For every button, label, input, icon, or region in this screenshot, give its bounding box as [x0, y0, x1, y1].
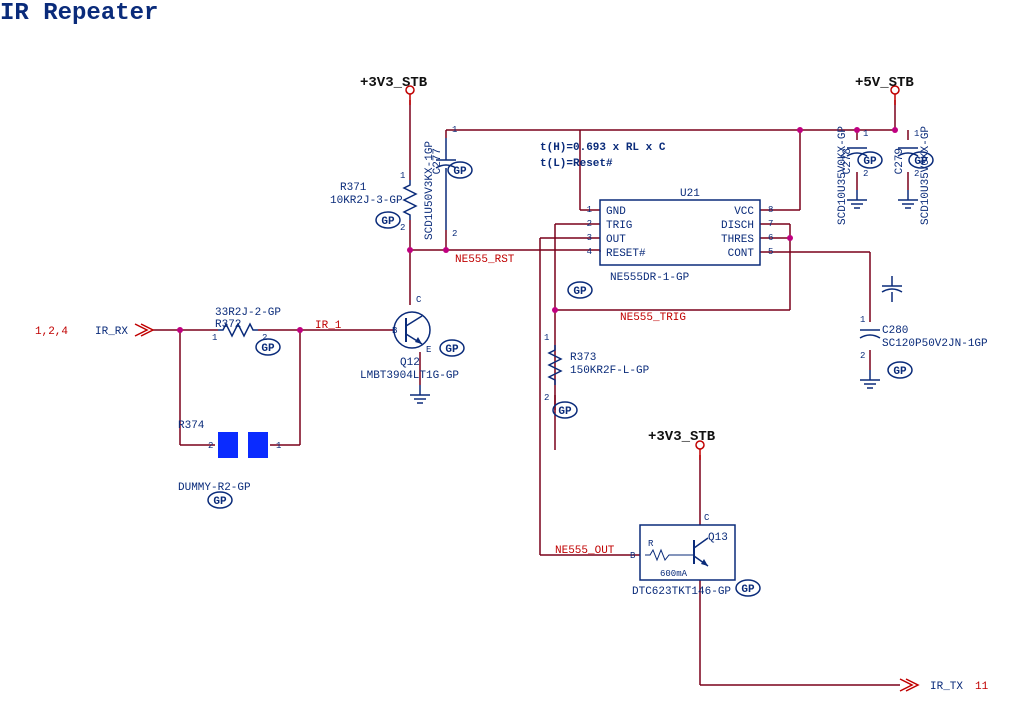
q12-b: B — [392, 326, 398, 336]
ir-1-net: IR_1 — [315, 320, 342, 332]
q12-val: LMBT3904LT1G-GP — [360, 370, 459, 382]
r374-pad2 — [218, 432, 238, 458]
c278-pin1: 1 — [863, 129, 868, 139]
u21-pin2: 2 — [587, 219, 592, 229]
c280-gp-icon — [888, 362, 912, 378]
r373-val: 150KR2F-L-GP — [570, 365, 650, 377]
c280-ref: C280 — [882, 325, 908, 337]
r374-pad1 — [248, 432, 268, 458]
power-5v-label: +5V_STB — [855, 75, 914, 91]
q13-b: B — [630, 551, 636, 561]
c280-pin1: 1 — [860, 315, 865, 325]
c279-pin2: 2 — [914, 169, 919, 179]
u21-pin6-name: THRES — [721, 234, 754, 246]
q13-symbol — [645, 538, 708, 566]
u21-part: NE555DR-1-GP — [610, 272, 690, 284]
offpage-ir-tx-icon — [900, 679, 918, 691]
u21-pin3: 3 — [587, 233, 592, 243]
r372-gp-icon — [256, 339, 280, 355]
c277-cap-top — [882, 276, 902, 302]
q12-gp-icon — [440, 340, 464, 356]
r374-pin1: 1 — [276, 441, 281, 451]
c278-val: SCD10U35V0KX-GP — [837, 126, 849, 225]
c277-pin2: 2 — [452, 229, 457, 239]
r372-pin2: 2 — [262, 333, 267, 343]
u21-pin6: 6 — [768, 233, 773, 243]
u21-pin4: 4 — [587, 247, 592, 257]
u21-pin2-name: TRIG — [606, 220, 632, 232]
u21-gp-icon — [568, 282, 592, 298]
ir-tx-ref: 11 — [975, 681, 989, 693]
q12-e: E — [426, 345, 431, 355]
c280-pin2: 2 — [860, 351, 865, 361]
q13-val: DTC623TKT146-GP — [632, 586, 731, 598]
r373-gp-icon — [553, 402, 577, 418]
u21-pin7-name: DISCH — [721, 220, 754, 232]
q12-ref: Q12 — [400, 357, 420, 369]
c279-pin1: 1 — [914, 129, 919, 139]
q12-symbol — [394, 312, 430, 348]
q13-r-label: R — [648, 539, 654, 549]
q12-c: C — [416, 295, 422, 305]
ne555-out-net: NE555_OUT — [555, 545, 615, 557]
u21-pin5-name: CONT — [728, 248, 755, 260]
page-title: IR Repeater — [0, 0, 158, 27]
c277-gp-icon — [448, 162, 472, 178]
title-text: IR Repeater — [0, 0, 158, 27]
u21-pin4-name: RESET# — [606, 248, 646, 260]
schematic-canvas: GP — [0, 0, 1012, 719]
r371-gp-icon — [376, 212, 400, 228]
q12-gnd-icon — [410, 385, 430, 403]
r373-pin2: 2 — [544, 393, 549, 403]
r371-pin1: 1 — [400, 171, 405, 181]
r373-ref: R373 — [570, 352, 596, 364]
r371-pin2: 2 — [400, 223, 405, 233]
formula-line1: t(H)=0.693 x RL x C — [540, 142, 666, 154]
c279-val: SCD10U35V0KX-GP — [920, 126, 932, 225]
u21-ref: U21 — [680, 188, 700, 200]
q13-gp-icon — [736, 580, 760, 596]
u21-pin1: 1 — [587, 205, 592, 215]
r374-gp-icon — [208, 492, 232, 508]
c279-ref: C279 — [894, 148, 906, 174]
c278-pin2: 2 — [863, 169, 868, 179]
c280-symbol — [860, 330, 880, 338]
r372-ref: R372 — [215, 319, 241, 331]
r373-pin1: 1 — [544, 333, 549, 343]
ir-rx-refs: 1,2,4 — [35, 326, 68, 338]
r374-pin2: 2 — [208, 441, 213, 451]
u21-pin8-name: VCC — [734, 206, 754, 218]
ir-rx-net: IR_RX — [95, 326, 128, 338]
r374-ref: R374 — [178, 420, 205, 432]
q13-ref: Q13 — [708, 532, 728, 544]
c277-pin1: 1 — [452, 125, 457, 135]
u21-pin8: 8 — [768, 205, 773, 215]
c279-gnd-icon — [898, 190, 918, 208]
r371-val: 10KR2J-3-GP — [330, 195, 403, 207]
u21-pin3-name: OUT — [606, 234, 626, 246]
r371-ref: R371 — [340, 182, 367, 194]
wire-group — [152, 100, 908, 685]
r372-val: 33R2J-2-GP — [215, 307, 281, 319]
c278-gnd-icon — [847, 190, 867, 208]
ne555-trig-net: NE555_TRIG — [620, 312, 686, 324]
ir-tx-net: IR_TX — [930, 681, 963, 693]
power-3v3-1-label: +3V3_STB — [360, 75, 428, 91]
c280-gnd-icon — [860, 370, 880, 388]
c278-gp-icon — [858, 152, 882, 168]
u21-pin7: 7 — [768, 219, 773, 229]
c277-val: SCD1U50V3KX-1GP — [424, 141, 436, 240]
q13-note: 600mA — [660, 569, 688, 579]
offpage-ir-rx-icon — [135, 324, 153, 336]
r371-symbol — [404, 180, 416, 220]
ne555-rst-net: NE555_RST — [455, 254, 515, 266]
u21-pin5: 5 — [768, 247, 773, 257]
c280-val: SC120P50V2JN-1GP — [882, 338, 988, 350]
u21-pin1-name: GND — [606, 206, 626, 218]
r372-pin1: 1 — [212, 333, 217, 343]
power-3v3-2-label: +3V3_STB — [648, 429, 716, 445]
q13-c: C — [704, 513, 710, 523]
formula-line2: t(L)=Reset# — [540, 158, 613, 170]
